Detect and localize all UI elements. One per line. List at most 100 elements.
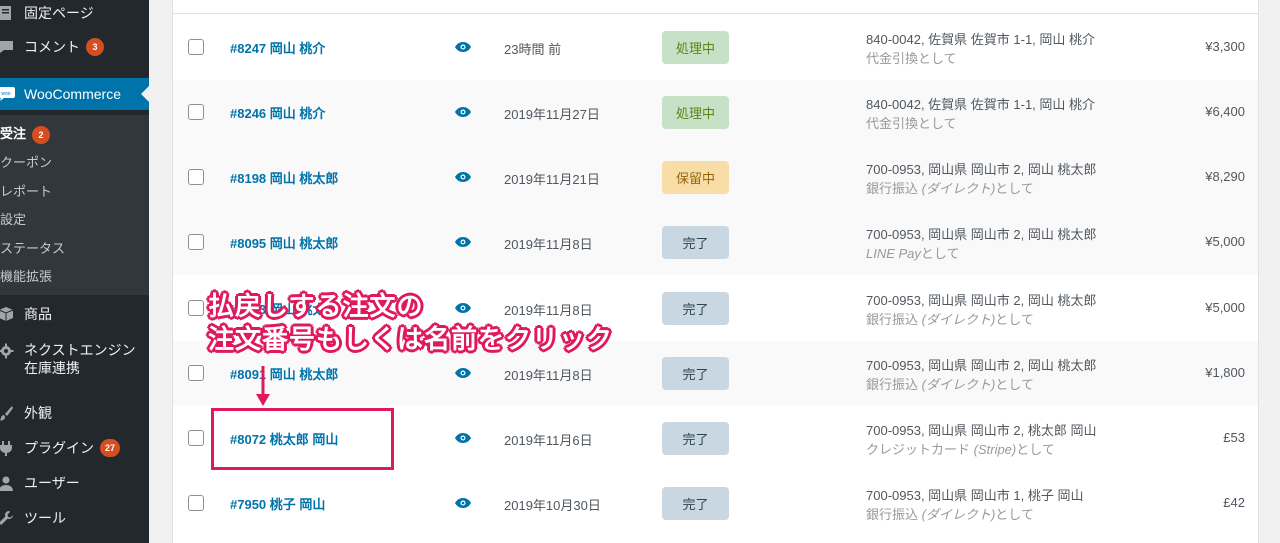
order-link[interactable]: #8246 岡山 桃介 [230, 103, 325, 122]
row-checkbox[interactable] [188, 234, 204, 250]
order-date: 2019年11月21日 [504, 172, 600, 187]
menu-appearance[interactable]: 外観 [0, 397, 149, 429]
menu-plugins[interactable]: プラグイン 27 [0, 432, 149, 464]
table-row: #8247 岡山 桃介 23時間 前 処理中 840-0042, 佐賀県 佐賀市 1-… [173, 15, 1258, 80]
brush-icon [0, 403, 16, 423]
preview-eye-icon[interactable] [455, 432, 471, 444]
status-badge: 保留中 [662, 161, 729, 194]
row-checkbox[interactable] [188, 300, 204, 316]
order-link[interactable]: #7950 桃子 岡山 [230, 494, 325, 513]
payment-method: 銀行振込 (ダイレクト)として [866, 504, 1034, 523]
payment-method-name: (ダイレクト) [921, 312, 996, 327]
order-date: 2019年11月27日 [504, 107, 600, 122]
box-icon [0, 304, 16, 324]
payment-method-suffix: として [920, 246, 960, 261]
shipping-address: 700-0953, 岡山県 岡山市 2, 岡山 桃太郎 [866, 227, 1097, 242]
menu-tools[interactable]: ツール [0, 502, 149, 534]
row-checkbox[interactable] [188, 365, 204, 381]
payment-method: 銀行振込 (ダイレクト)として [866, 178, 1034, 197]
submenu-reports[interactable]: レポート [0, 181, 52, 200]
menu-comments[interactable]: コメント 3 [0, 31, 149, 63]
table-row: #8095 岡山 桃太郎 2019年11月8日 完了 700-0953, 岡山県 岡山… [173, 210, 1258, 275]
preview-eye-icon[interactable] [455, 41, 471, 53]
menu-appearance-label: 外観 [24, 405, 52, 421]
order-total: ¥1,800 [1205, 365, 1245, 380]
preview-eye-icon[interactable] [455, 236, 471, 248]
shipping-address: 700-0953, 岡山県 岡山市 2, 桃太郎 岡山 [866, 423, 1097, 438]
menu-users-label: ユーザー [24, 475, 80, 491]
order-date: 2019年11月6日 [504, 433, 593, 448]
order-total: ¥6,400 [1205, 104, 1245, 119]
payment-method: 銀行振込 (ダイレクト)として [866, 374, 1034, 393]
menu-nextengine[interactable]: ネクストエンジン 在庫連携 [0, 333, 149, 377]
order-total: ¥5,000 [1205, 300, 1245, 315]
row-checkbox[interactable] [188, 495, 204, 511]
row-checkbox[interactable] [188, 430, 204, 446]
shipping-address: 840-0042, 佐賀県 佐賀市 1-1, 岡山 桃介 [866, 97, 1096, 112]
plugin-icon [0, 438, 16, 458]
payment-method: 代金引換として [866, 51, 957, 66]
preview-eye-icon[interactable] [455, 497, 471, 509]
order-date: 2019年11月8日 [504, 368, 593, 383]
status-badge: 処理中 [662, 96, 729, 129]
order-total: ¥8,290 [1205, 169, 1245, 184]
payment-method-name: (ダイレクト) [921, 377, 996, 392]
menu-nextengine-label-1: ネクストエンジン [24, 342, 136, 358]
row-checkbox[interactable] [188, 39, 204, 55]
page-icon [0, 3, 16, 23]
order-link[interactable]: #8198 岡山 桃太郎 [230, 168, 338, 187]
submenu-coupons[interactable]: クーポン [0, 152, 52, 171]
payment-method-prefix: 銀行振込 [866, 312, 922, 327]
menu-tools-label: ツール [24, 510, 66, 526]
submenu-orders-label: 受注 [0, 126, 27, 141]
menu-plugins-label: プラグイン [24, 440, 94, 456]
menu-nextengine-label-2: 在庫連携 [24, 360, 80, 376]
preview-eye-icon[interactable] [455, 106, 471, 118]
order-date: 23時間 前 [504, 42, 562, 57]
order-date: 2019年10月30日 [504, 498, 601, 513]
annotation-arrow [256, 366, 270, 406]
menu-woocommerce[interactable]: woo WooCommerce [0, 78, 149, 110]
order-date: 2019年11月8日 [504, 237, 593, 252]
order-link[interactable]: #8247 岡山 桃介 [230, 38, 325, 57]
preview-eye-icon[interactable] [455, 302, 471, 314]
admin-sidebar: 固定ページ コメント 3 woo WooCommerce 受注 2 クーポン レポ… [0, 0, 149, 543]
preview-eye-icon[interactable] [455, 367, 471, 379]
order-total: ¥5,000 [1205, 234, 1245, 249]
payment-method-prefix: クレジットカード [866, 442, 974, 457]
submenu-extensions[interactable]: 機能拡張 [0, 266, 52, 285]
table-row: #7950 桃子 岡山 2019年10月30日 完了 700-0953, 岡山県 岡山… [173, 471, 1258, 536]
menu-users[interactable]: ユーザー [0, 467, 149, 499]
menu-pages[interactable]: 固定ページ [0, 0, 149, 29]
order-link[interactable]: #8095 岡山 桃太郎 [230, 233, 338, 252]
status-badge: 処理中 [662, 31, 729, 64]
menu-woocommerce-label: WooCommerce [24, 86, 121, 102]
status-badge: 完了 [662, 487, 729, 520]
payment-method: LINE Payとして [866, 243, 960, 262]
payment-method-prefix: 銀行振込 [866, 181, 922, 196]
table-row: #8246 岡山 桃介 2019年11月27日 処理中 840-0042, 佐賀県 佐… [173, 80, 1258, 145]
submenu-status[interactable]: ステータス [0, 238, 65, 257]
row-checkbox[interactable] [188, 104, 204, 120]
preview-eye-icon[interactable] [455, 171, 471, 183]
payment-method-prefix: 銀行振込 [866, 377, 922, 392]
submenu-orders[interactable]: 受注 2 [0, 123, 51, 144]
shipping-address: 700-0953, 岡山県 岡山市 2, 岡山 桃太郎 [866, 162, 1097, 177]
menu-products[interactable]: 商品 [0, 298, 149, 330]
order-link[interactable]: #8091 岡山 桃太郎 [230, 364, 338, 383]
shipping-address: 700-0953, 岡山県 岡山市 2, 岡山 桃太郎 [866, 293, 1097, 308]
annotation-highlight-box [211, 408, 394, 470]
menu-comments-label: コメント [24, 39, 80, 55]
payment-method-prefix: 銀行振込 [866, 507, 922, 522]
wrench-icon [0, 508, 16, 528]
order-total: ¥3,300 [1205, 39, 1245, 54]
status-badge: 完了 [662, 422, 729, 455]
payment-method-name: (ダイレクト) [921, 181, 996, 196]
order-total: £42 [1223, 495, 1245, 510]
submenu-settings[interactable]: 設定 [0, 209, 26, 228]
woo-icon: woo [0, 84, 16, 104]
payment-method: 代金引換として [866, 116, 957, 131]
row-checkbox[interactable] [188, 169, 204, 185]
annotation-line-1: 払戻しする注文の [208, 291, 424, 321]
payment-method-name: (ダイレクト) [921, 507, 996, 522]
